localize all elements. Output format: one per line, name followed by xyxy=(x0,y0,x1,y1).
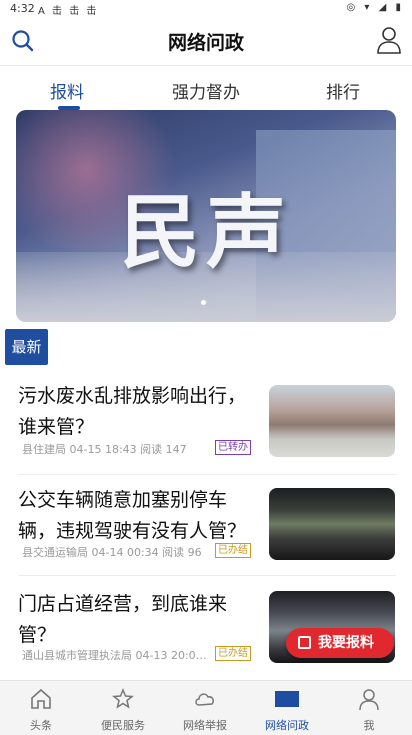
app-header: 网络问政 xyxy=(0,18,412,64)
report-button[interactable]: 我要报料 xyxy=(286,628,394,658)
banner-text: 民声 xyxy=(120,185,292,279)
nav-label: 便民服务 xyxy=(101,719,145,732)
news-meta: 县住建局 04-15 18:43 阅读 147 xyxy=(22,441,187,457)
nav-item-me[interactable]: 我 xyxy=(328,681,410,735)
nav-label: 我 xyxy=(363,719,375,732)
list-divider xyxy=(18,474,396,475)
nav-label: 网络问政 xyxy=(265,719,309,732)
news-reads: 阅读 96 xyxy=(162,546,202,559)
system-status-icons: ◎ ▾ ◢ ▮ xyxy=(346,2,404,13)
news-source: 县交通运输局 xyxy=(22,546,88,559)
news-source: 通山县城市管理执法局 xyxy=(22,649,132,662)
news-meta: 通山县城市管理执法局 04-13 20:0… xyxy=(22,647,207,663)
home-icon xyxy=(31,688,51,709)
edit-icon xyxy=(298,636,311,649)
list-divider xyxy=(18,575,396,576)
nav-item-headlines[interactable]: 头条 xyxy=(0,681,82,735)
person-icon xyxy=(359,689,379,711)
status-badge: 已办结 xyxy=(215,646,251,661)
header-divider xyxy=(0,65,412,66)
status-badge: 已办结 xyxy=(215,543,251,558)
nav-item-services[interactable]: 便民服务 xyxy=(82,681,164,735)
tab-ranking[interactable]: 排行 xyxy=(326,78,360,103)
news-time: 04-15 18:43 xyxy=(69,443,137,456)
news-title: 污水废水乱排放影响出行，谁来管？ xyxy=(18,385,247,438)
status-time: 4:32 xyxy=(10,2,35,15)
page-title: 网络问政 xyxy=(167,32,244,54)
carousel-indicator-dot xyxy=(201,300,206,305)
news-source: 县住建局 xyxy=(22,443,66,456)
notification-icons: A 击 击 击 xyxy=(38,6,99,17)
news-thumbnail[interactable] xyxy=(269,385,395,457)
news-title: 公交车辆随意加塞别停车辆，违规驾驶有没有人管？ xyxy=(18,489,247,542)
report-button-label: 我要报料 xyxy=(318,635,374,651)
news-time: 04-13 20:0… xyxy=(135,649,207,662)
news-title: 门店占道经营，到底谁来管？ xyxy=(18,593,228,646)
nav-label: 头条 xyxy=(30,719,52,732)
nav-label: 网络举报 xyxy=(183,719,227,732)
news-time: 04-14 00:34 xyxy=(91,546,159,559)
news-meta: 县交通运输局 04-14 00:34 阅读 96 xyxy=(22,544,202,560)
status-badge: 已转办 xyxy=(215,440,251,455)
news-reads: 阅读 147 xyxy=(140,443,187,456)
tab-supervision[interactable]: 强力督办 xyxy=(172,78,240,103)
latest-section-label: 最新 xyxy=(5,329,48,365)
banner-carousel[interactable]: 民声 xyxy=(16,110,396,322)
star-hand-icon xyxy=(112,688,134,709)
tab-bar: 报料 强力督办 排行 xyxy=(0,70,412,110)
status-bar: 4:32 A 击 击 击 ◎ ▾ ◢ ▮ xyxy=(0,0,412,18)
bottom-nav: 头条 便民服务 网络举报 网络问政 我 xyxy=(0,680,412,735)
news-thumbnail[interactable] xyxy=(269,488,395,560)
tab-report[interactable]: 报料 xyxy=(50,78,84,103)
user-profile-icon[interactable] xyxy=(376,26,402,54)
nav-item-online-report[interactable]: 网络举报 xyxy=(164,681,246,735)
nav-item-online-inquiry[interactable]: 网络问政 xyxy=(246,681,328,735)
cloud-icon xyxy=(195,693,214,706)
blue-rect-icon xyxy=(275,691,299,707)
